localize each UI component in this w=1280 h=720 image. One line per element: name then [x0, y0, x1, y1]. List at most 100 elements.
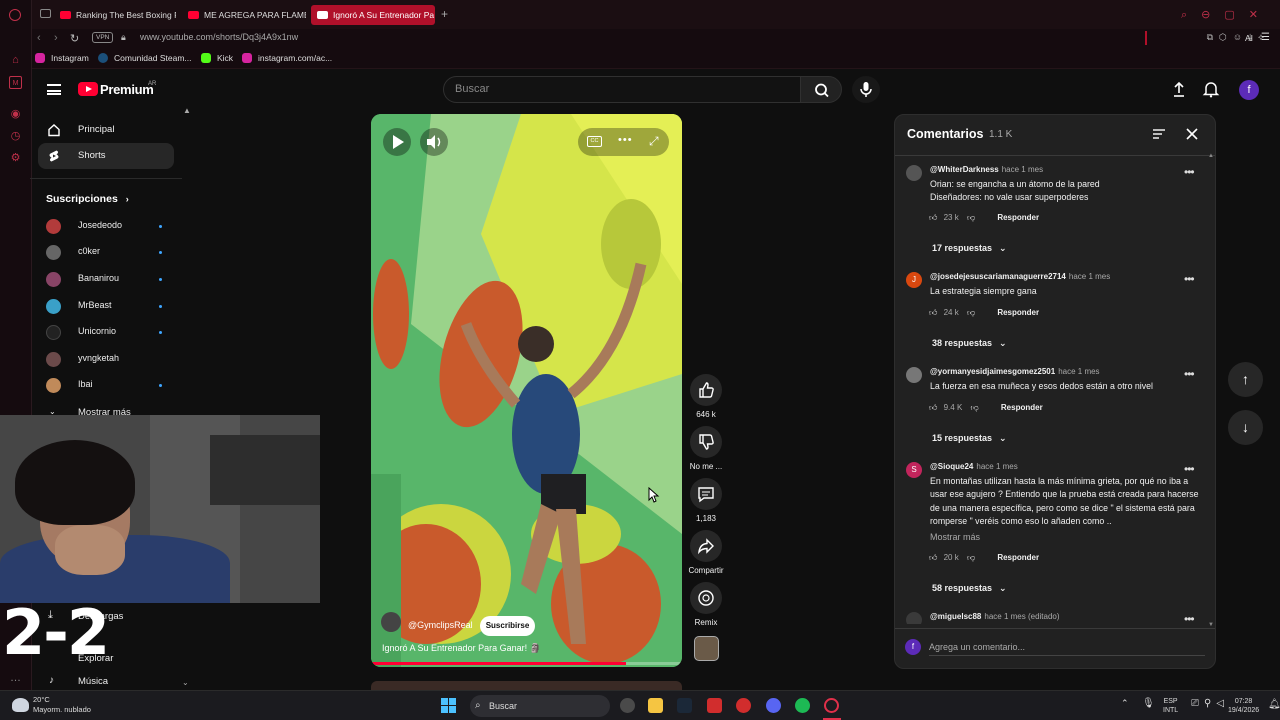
- tab-ranking-boxing[interactable]: Ranking The Best Boxing R: [54, 5, 176, 25]
- search-input[interactable]: Buscar: [443, 76, 801, 103]
- opera-gx-icon[interactable]: [824, 698, 839, 713]
- reply-button[interactable]: Responder: [997, 213, 1039, 222]
- bookmark-instagram[interactable]: Instagram: [35, 53, 89, 63]
- play-button[interactable]: [383, 128, 411, 156]
- subscription-item[interactable]: MrBeast: [46, 297, 176, 315]
- close-icon[interactable]: [1185, 127, 1199, 141]
- comment-avatar[interactable]: S: [906, 462, 922, 478]
- messenger-icon[interactable]: M: [9, 76, 22, 89]
- tab-flame[interactable]: ME AGREGA PARA FLAME: [182, 5, 306, 25]
- like-button[interactable]: [690, 374, 722, 406]
- file-explorer-icon[interactable]: [648, 698, 663, 713]
- channel-avatar[interactable]: [381, 612, 401, 632]
- tab-menu-icon[interactable]: [40, 9, 51, 18]
- sidebar-scroll-down-icon[interactable]: ⌄: [182, 678, 189, 687]
- reply-button[interactable]: Responder: [997, 308, 1039, 317]
- menu-icon[interactable]: ☰: [1261, 32, 1270, 43]
- taskbar-search[interactable]: ⌕ Buscar: [470, 695, 610, 717]
- history-icon[interactable]: ◷: [9, 130, 22, 143]
- settings-icon[interactable]: ⚙: [9, 152, 22, 165]
- system-tray-icons[interactable]: ⎚⚲◁: [1191, 698, 1229, 709]
- thumbs-down-icon[interactable]: 👎︎: [967, 308, 975, 317]
- sidebar-item-principal[interactable]: Principal: [38, 117, 174, 143]
- next-video-button[interactable]: ↓: [1228, 410, 1263, 445]
- subscription-item[interactable]: Unicornio: [46, 323, 176, 341]
- dislike-button[interactable]: [690, 426, 722, 458]
- weather-cloud-icon[interactable]: [12, 698, 29, 712]
- subscribe-button[interactable]: Suscribirse: [480, 616, 535, 636]
- clock[interactable]: 07:28 19/4/2026: [1228, 697, 1259, 715]
- weather-widget[interactable]: 20°C Mayorm. nublado: [33, 695, 91, 715]
- thumbs-up-icon[interactable]: 👍︎: [929, 553, 937, 562]
- thumbs-up-icon[interactable]: 👍︎: [929, 403, 937, 412]
- share-button[interactable]: [690, 530, 722, 562]
- tab-active-video[interactable]: Ignoró A Su Entrenador Pa: [311, 5, 435, 25]
- bookmark-kick[interactable]: Kick: [201, 53, 233, 63]
- taskbar-app-icon[interactable]: [620, 698, 635, 713]
- spotify-icon[interactable]: [795, 698, 810, 713]
- sort-icon[interactable]: [1152, 127, 1166, 141]
- view-replies-button[interactable]: 38 respuestas ⌄: [932, 338, 1007, 349]
- comment-author[interactable]: @miguelsc88: [930, 612, 981, 621]
- youtube-premium-logo[interactable]: Premium: [100, 82, 154, 97]
- comment-menu-icon[interactable]: •••: [1184, 165, 1195, 179]
- comments-button[interactable]: [690, 478, 722, 510]
- window-controls[interactable]: ⌕⊖▢✕: [1181, 8, 1272, 22]
- next-short-preview[interactable]: [371, 681, 682, 690]
- sidebar-item-music[interactable]: ♪ Música: [46, 675, 108, 687]
- subscription-item[interactable]: Bananirou: [46, 270, 176, 288]
- bookmark-instagram-ac[interactable]: instagram.com/ac...: [242, 53, 332, 63]
- captions-icon[interactable]: CC: [587, 136, 602, 147]
- comment-author[interactable]: @Sioque24: [930, 462, 973, 471]
- comment-menu-icon[interactable]: •••: [1184, 272, 1195, 286]
- comment-avatar[interactable]: [906, 612, 922, 624]
- shorts-video-player[interactable]: CC ••• ⤢ @GymclipsReal Suscribirse Ignor…: [371, 114, 682, 667]
- comment-avatar[interactable]: J: [906, 272, 922, 288]
- reply-button[interactable]: Responder: [1001, 403, 1043, 412]
- comment-author[interactable]: @WhiterDarkness: [930, 165, 999, 174]
- home-icon[interactable]: ⌂: [9, 54, 22, 67]
- youtube-logo-icon[interactable]: [78, 82, 98, 96]
- add-comment-input[interactable]: f Agrega un comentario...: [905, 637, 1205, 657]
- comment-avatar[interactable]: [906, 367, 922, 383]
- notification-bell-icon[interactable]: 🔔︎: [1268, 699, 1280, 710]
- new-tab-button[interactable]: +: [441, 7, 448, 21]
- subscription-item[interactable]: yvngketah: [46, 350, 176, 368]
- windows-start-icon[interactable]: [441, 698, 456, 713]
- fullscreen-icon[interactable]: ⤢: [649, 134, 659, 149]
- vpn-badge[interactable]: VPN: [92, 32, 114, 43]
- video-title[interactable]: Ignoró A Su Entrenador Para Ganar! 🗿: [382, 643, 541, 654]
- video-progress-bar[interactable]: [371, 662, 682, 665]
- guide-menu-icon[interactable]: [47, 84, 61, 95]
- view-replies-button[interactable]: 17 respuestas ⌄: [932, 243, 1007, 254]
- taskbar-app-icon[interactable]: [707, 698, 722, 713]
- upload-button[interactable]: [1170, 80, 1188, 98]
- thumbs-down-icon[interactable]: 👎︎: [971, 403, 979, 412]
- notifications-button[interactable]: [1202, 80, 1220, 98]
- thumbs-up-icon[interactable]: 👍︎: [929, 308, 937, 317]
- remix-button[interactable]: [690, 582, 722, 614]
- comment-author[interactable]: @yormanyesidjaimesgomez2501: [930, 367, 1055, 376]
- account-avatar[interactable]: f: [1239, 80, 1259, 100]
- thumbs-up-icon[interactable]: 👍︎: [929, 213, 937, 222]
- microphone-icon[interactable]: 🎙︎: [1142, 698, 1155, 709]
- thumbs-down-icon[interactable]: 👎︎: [967, 213, 975, 222]
- thumbs-down-icon[interactable]: 👎︎: [967, 553, 975, 562]
- sidebar-scroll-up-icon[interactable]: ▲: [183, 106, 191, 115]
- previous-video-button[interactable]: ↑: [1228, 362, 1263, 397]
- subscriptions-heading[interactable]: Suscripciones ›: [46, 193, 129, 205]
- channel-name[interactable]: @GymclipsReal: [408, 620, 473, 630]
- search-button[interactable]: [800, 76, 842, 103]
- steam-icon[interactable]: [677, 698, 692, 713]
- comment-menu-icon[interactable]: •••: [1184, 367, 1195, 381]
- view-replies-button[interactable]: 58 respuestas ⌄: [932, 583, 1007, 594]
- more-options-icon[interactable]: •••: [618, 134, 633, 146]
- sidebar-item-shorts[interactable]: Shorts: [38, 143, 174, 169]
- taskbar-app-icon[interactable]: [736, 698, 751, 713]
- comment-author[interactable]: @josedejesuscariamanaguerre2714: [930, 272, 1066, 281]
- scroll-up-arrow[interactable]: ▲: [1208, 153, 1214, 159]
- back-icon[interactable]: ‹: [37, 32, 41, 44]
- discord-icon[interactable]: [766, 698, 781, 713]
- voice-search-button[interactable]: [852, 76, 880, 103]
- subscription-item[interactable]: Ibai: [46, 376, 176, 394]
